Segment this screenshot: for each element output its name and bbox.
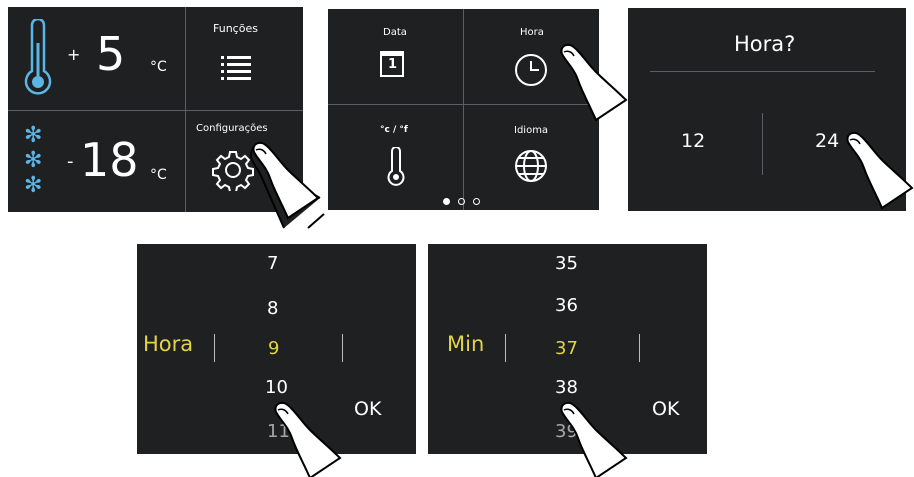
picker-bracket-left bbox=[505, 334, 506, 362]
fridge-temperature-area[interactable]: + 5 °C bbox=[8, 7, 185, 110]
picker-value-selected: 37 bbox=[555, 338, 578, 359]
picker-value: 36 bbox=[555, 295, 578, 316]
pagination-dot[interactable] bbox=[458, 198, 465, 205]
freezer-unit: °C bbox=[150, 167, 167, 183]
ok-label: OK bbox=[354, 398, 382, 420]
thermometer-icon bbox=[387, 147, 405, 186]
option-24h-label: 24 bbox=[815, 130, 840, 152]
picker-bracket-right bbox=[639, 334, 640, 362]
picker-value: 39 bbox=[555, 421, 578, 442]
snowflake-icon: ✻ bbox=[24, 173, 43, 198]
freezer-temperature-value: 18 bbox=[80, 133, 139, 187]
picker-value: 35 bbox=[555, 253, 578, 274]
pagination-dots bbox=[443, 198, 485, 206]
picker-value-selected: 9 bbox=[268, 338, 280, 359]
picker-value: 11 bbox=[267, 421, 290, 442]
idioma-tile[interactable]: Idioma bbox=[464, 105, 599, 210]
minute-picker-screen: Min 35 36 37 38 39 OK bbox=[428, 244, 707, 454]
pagination-dot[interactable] bbox=[473, 198, 480, 205]
hour-scroll-wheel[interactable]: 7 8 9 10 11 bbox=[247, 244, 317, 454]
ok-label: OK bbox=[652, 398, 680, 420]
picker-bracket-right bbox=[342, 334, 343, 362]
minute-picker-label: Min bbox=[447, 332, 485, 356]
configuracoes-button[interactable]: Configurações bbox=[186, 111, 303, 212]
globe-icon bbox=[515, 150, 547, 182]
calendar-day: 1 bbox=[388, 57, 398, 72]
configuracoes-label: Configurações bbox=[196, 123, 268, 134]
option-12h-label: 12 bbox=[681, 130, 706, 152]
fridge-temperature-value: 5 bbox=[96, 27, 126, 81]
hour-picker-label: Hora bbox=[143, 332, 194, 356]
pagination-dot-active[interactable] bbox=[443, 198, 450, 205]
idioma-label: Idioma bbox=[514, 125, 549, 136]
option-12h-button[interactable]: 12 bbox=[658, 118, 748, 168]
minute-scroll-wheel[interactable]: 35 36 37 38 39 bbox=[543, 244, 613, 454]
funcoes-button[interactable]: Funções bbox=[186, 7, 303, 110]
gear-icon bbox=[212, 151, 254, 191]
hour-picker-screen: Hora 7 8 9 10 11 OK bbox=[137, 244, 416, 454]
temperature-unit-label: °c / °f bbox=[380, 125, 408, 135]
fridge-sign: + bbox=[67, 45, 81, 64]
picker-value: 8 bbox=[267, 298, 279, 319]
ok-button[interactable]: OK bbox=[640, 392, 700, 428]
freezer-sign: - bbox=[67, 151, 74, 172]
picker-value: 38 bbox=[555, 377, 578, 398]
thermometer-icon bbox=[24, 19, 52, 95]
temperature-unit-tile[interactable]: °c / °f bbox=[328, 105, 463, 210]
home-screen: + 5 °C ✻ ✻ ✻ - 18 °C Funções Configuraçõ… bbox=[8, 7, 303, 212]
menu-list-icon bbox=[221, 56, 251, 80]
snowflake-icon: ✻ bbox=[24, 123, 43, 148]
freezer-temperature-area[interactable]: ✻ ✻ ✻ - 18 °C bbox=[8, 111, 185, 212]
fridge-unit: °C bbox=[150, 59, 167, 75]
calendar-icon: 1 bbox=[380, 51, 404, 77]
hora-label: Hora bbox=[520, 27, 544, 38]
divider-vertical bbox=[762, 113, 763, 175]
picker-bracket-left bbox=[214, 334, 215, 362]
hora-tile[interactable]: Hora bbox=[464, 9, 599, 104]
data-label: Data bbox=[383, 27, 407, 38]
data-tile[interactable]: Data 1 bbox=[328, 9, 463, 104]
picker-value: 10 bbox=[265, 377, 288, 398]
time-format-screen: Hora? 12 24 bbox=[628, 8, 906, 211]
time-format-question: Hora? bbox=[734, 32, 796, 56]
snowflake-icon: ✻ bbox=[24, 148, 43, 173]
ok-button[interactable]: OK bbox=[342, 392, 402, 428]
picker-value: 7 bbox=[267, 253, 279, 274]
divider-horizontal bbox=[650, 71, 875, 72]
option-24h-button[interactable]: 24 bbox=[778, 118, 878, 168]
funcoes-label: Funções bbox=[213, 22, 258, 35]
settings-grid-screen: Data 1 Hora °c / °f Idioma bbox=[328, 9, 599, 210]
clock-icon bbox=[515, 54, 547, 86]
